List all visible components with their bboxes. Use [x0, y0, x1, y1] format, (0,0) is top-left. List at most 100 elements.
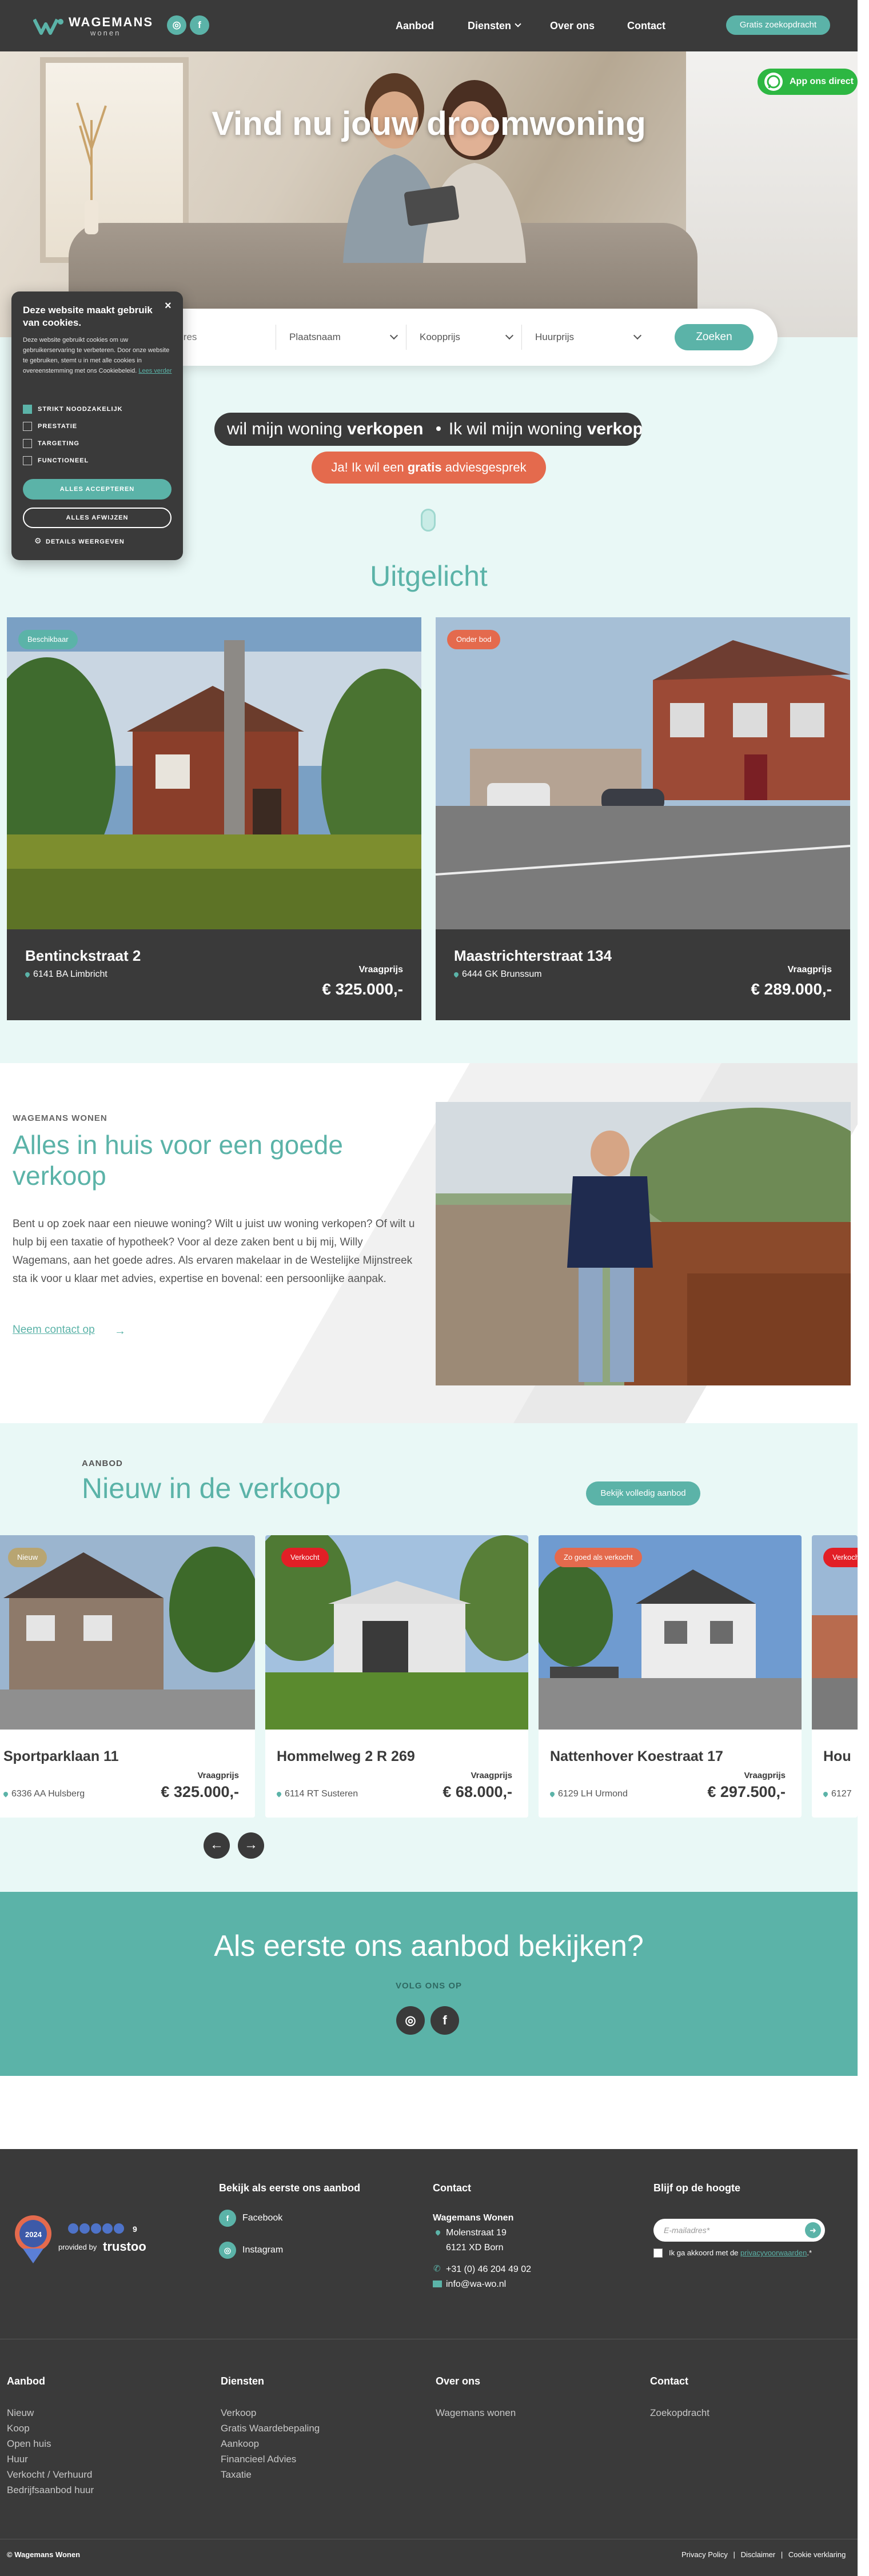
cookie-option-strict[interactable]: STRIKT NOODZAKELIJK — [23, 405, 172, 414]
listing-card[interactable]: Verkocht Hommelweg 2 R 269 Vraagprijs 61… — [265, 1535, 528, 1818]
privacy-link[interactable]: privacyvoorwaarden — [740, 2248, 807, 2257]
footer-link-verkocht[interactable]: Verkocht / Verhuurd — [7, 2467, 92, 2482]
social-heading: Bekijk als eerste ons aanbod — [219, 2182, 361, 2194]
agent-photo — [436, 1102, 851, 1385]
featured-card[interactable]: Onder bod Maastrichterstraat 134 6444 GK… — [436, 617, 850, 1020]
pin-icon — [549, 1791, 556, 1798]
decline-all-button[interactable]: ALLES AFWIJZEN — [23, 508, 172, 528]
address-input[interactable] — [172, 326, 269, 349]
pin-icon — [24, 971, 31, 978]
footer-link-waardebepaling[interactable]: Gratis Waardebepaling — [221, 2421, 320, 2436]
submit-arrow-icon[interactable]: ➜ — [805, 2222, 821, 2238]
property-location: 6336 AA Hulsberg — [2, 1789, 85, 1799]
divider — [521, 325, 522, 350]
show-details-button[interactable]: DETAILS WEERGEVEN — [46, 538, 125, 545]
facebook-icon[interactable]: f — [190, 15, 209, 35]
cookie-option-targeting[interactable]: TARGETING — [23, 439, 172, 448]
checkbox[interactable] — [23, 456, 32, 465]
checkbox[interactable] — [23, 405, 32, 414]
logo-mark-icon — [33, 18, 63, 35]
cookie-verklaring-link[interactable]: Cookie verklaring — [788, 2550, 846, 2559]
checkbox[interactable] — [23, 422, 32, 431]
listing-card[interactable]: Nieuw Sportparklaan 11 Vraagprijs 6336 A… — [0, 1535, 255, 1818]
koopprijs-select[interactable]: Koopprijs — [420, 327, 460, 348]
footer-link-huur[interactable]: Huur — [7, 2451, 28, 2467]
logo-sub: wonen — [90, 29, 121, 37]
gratis-zoekopdracht-button[interactable]: Gratis zoekopdracht — [726, 15, 830, 35]
footer-col-heading: Over ons — [436, 2375, 481, 2387]
plaatsnaam-select[interactable]: Plaatsnaam — [289, 327, 341, 348]
close-icon[interactable]: × — [165, 299, 172, 313]
pin-icon — [276, 1791, 282, 1798]
trustoo-rating[interactable]: 2024 9 provided by trustoo — [13, 2211, 167, 2268]
status-badge: Nieuw — [8, 1548, 47, 1567]
whatsapp-icon — [764, 73, 783, 91]
footer-link-aankoop[interactable]: Aankoop — [221, 2436, 259, 2451]
featured-title: Uitgelicht — [370, 560, 488, 592]
read-more-link[interactable]: Lees verder — [138, 368, 172, 374]
gratis-adviesgesprek-button[interactable]: Ja! Ik wil een gratis adviesgesprek — [312, 452, 546, 484]
cookie-option-functioneel[interactable]: FUNCTIONEEL — [23, 456, 172, 465]
consent-checkbox[interactable] — [653, 2248, 663, 2258]
nav-aanbod[interactable]: Aanbod — [396, 19, 434, 33]
footer-link-nieuw[interactable]: Nieuw — [7, 2405, 34, 2421]
status-badge: Onder bod — [447, 630, 501, 649]
featured-card[interactable]: Beschikbaar Bentinckstraat 2 6141 BA Lim… — [7, 617, 421, 1020]
carousel-next-button[interactable]: → — [238, 1832, 264, 1859]
contact-link[interactable]: Neem contact op — [13, 1324, 95, 1336]
phone-link[interactable]: +31 (0) 46 204 49 02 — [446, 2262, 531, 2277]
footer-link-verkoop[interactable]: Verkoop — [221, 2405, 256, 2421]
whatsapp-button[interactable]: App ons direct — [758, 69, 858, 95]
footer-link-open-huis[interactable]: Open huis — [7, 2436, 51, 2451]
intent-strong-1: verkopen — [347, 420, 424, 438]
nav-diensten[interactable]: Diensten — [468, 19, 511, 33]
search-button[interactable]: Zoeken — [675, 324, 754, 350]
email-link[interactable]: info@wa-wo.nl — [446, 2277, 506, 2292]
bekijk-aanbod-button[interactable]: Bekijk volledig aanbod — [586, 1481, 700, 1505]
accept-all-button[interactable]: ALLES ACCEPTEREN — [23, 479, 172, 500]
footer-link-wagemans[interactable]: Wagemans wonen — [436, 2405, 516, 2421]
chevron-down-icon — [505, 331, 514, 340]
facebook-link[interactable]: Facebook — [242, 2211, 282, 2226]
provided-by: provided by — [58, 2243, 97, 2251]
property-price: € 68.000,- — [443, 1783, 512, 1800]
property-price: € 325.000,- — [161, 1783, 239, 1800]
property-location: 6114 RT Susteren — [276, 1789, 358, 1799]
chevron-down-icon — [389, 331, 398, 340]
facebook-icon[interactable]: f — [430, 2006, 459, 2035]
instagram-link[interactable]: Instagram — [242, 2243, 283, 2258]
nav-over-ons[interactable]: Over ons — [550, 19, 595, 33]
chevron-down-icon — [633, 331, 642, 340]
logo[interactable]: WAGEMANS wonen — [33, 15, 153, 38]
footer-link-financieel[interactable]: Financieel Advies — [221, 2451, 296, 2467]
company-name: Wagemans Wonen — [433, 2213, 514, 2223]
nav-contact[interactable]: Contact — [627, 19, 665, 33]
checkbox[interactable] — [23, 439, 32, 448]
instagram-icon[interactable]: ◎ — [167, 15, 186, 35]
huurprijs-select[interactable]: Huurprijs — [535, 327, 574, 348]
privacy-policy-link[interactable]: Privacy Policy — [681, 2550, 728, 2559]
price-label: Vraagprijs — [787, 965, 832, 975]
footer-link-bedrijfsaanbod[interactable]: Bedrijfsaanbod huur — [7, 2482, 94, 2498]
disclaimer-link[interactable]: Disclaimer — [741, 2550, 776, 2559]
newsletter-email-input[interactable]: E-mailadres* — [653, 2219, 825, 2242]
pin-icon — [2, 1791, 9, 1798]
intent-pill[interactable]: wil mijn woning verkopen Ik wil mijn won… — [214, 413, 642, 446]
listing-card[interactable]: Verkocht Hou 6127 — [812, 1535, 858, 1818]
footer-link-koop[interactable]: Koop — [7, 2421, 30, 2436]
footer-link-taxatie[interactable]: Taxatie — [221, 2467, 252, 2482]
cookie-title: Deze website maakt gebruik van cookies. — [23, 305, 153, 328]
newsletter-heading: Blijf op de hoogte — [653, 2182, 740, 2194]
carousel-prev-button[interactable]: ← — [204, 1832, 230, 1859]
consent-suffix: .* — [807, 2248, 812, 2257]
footer-col-heading: Contact — [650, 2375, 688, 2387]
cookie-option-prestatie[interactable]: PRESTATIE — [23, 422, 172, 431]
property-title: Sportparklaan 11 — [3, 1748, 119, 1764]
listing-card[interactable]: Zo goed als verkocht Nattenhover Koestra… — [539, 1535, 802, 1818]
instagram-icon[interactable]: ◎ — [396, 2006, 425, 2035]
advice-prefix: Ja! Ik wil een — [331, 460, 408, 474]
trustoo-logo: trustoo — [103, 2239, 146, 2254]
instagram-icon[interactable]: ◎ — [219, 2242, 236, 2259]
facebook-icon[interactable]: f — [219, 2210, 236, 2227]
footer-link-zoekopdracht[interactable]: Zoekopdracht — [650, 2405, 709, 2421]
